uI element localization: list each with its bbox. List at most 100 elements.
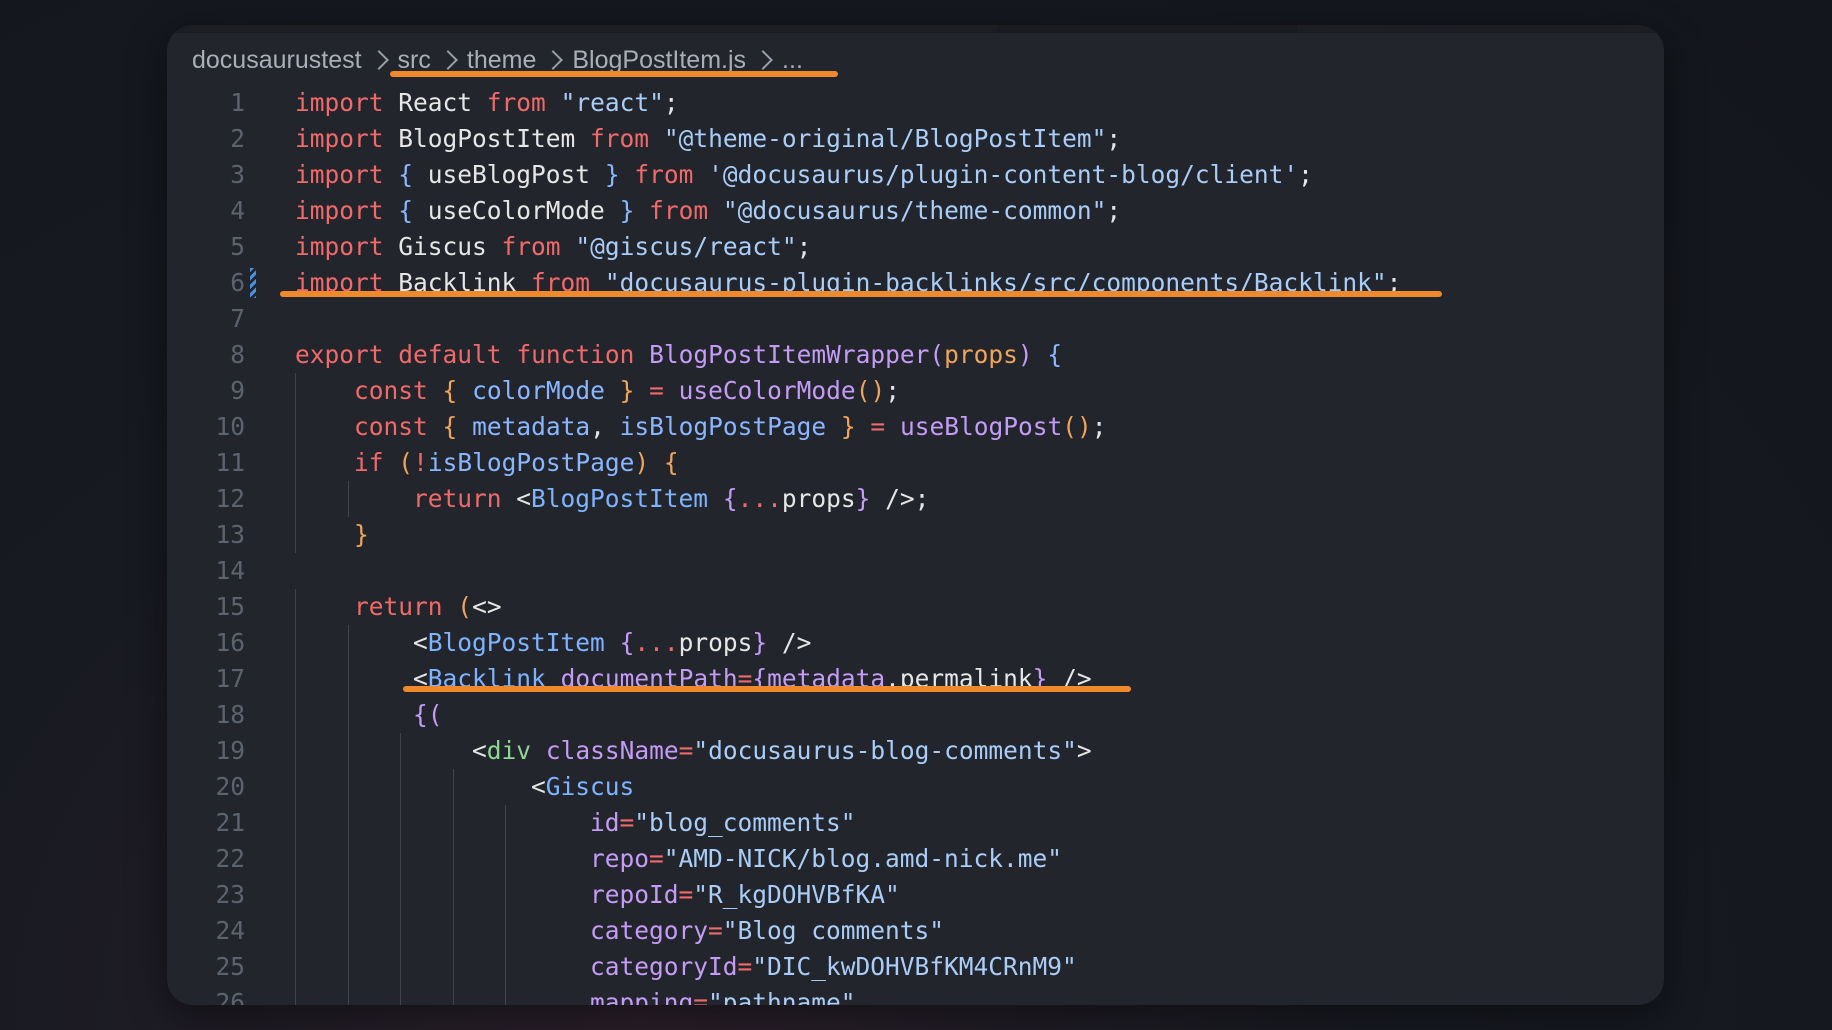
code-token: useColorMode	[678, 376, 856, 405]
code-line-9[interactable]: 9 const { colorMode } = useColorMode();	[167, 373, 1664, 409]
code-text[interactable]: const { colorMode } = useColorMode();	[295, 373, 900, 409]
code-text[interactable]: import { useColorMode } from "@docusauru…	[295, 193, 1121, 229]
line-number[interactable]: 6	[167, 265, 245, 301]
line-number[interactable]: 5	[167, 229, 245, 265]
line-number[interactable]: 10	[167, 409, 245, 445]
line-number[interactable]: 18	[167, 697, 245, 733]
line-number[interactable]: 21	[167, 805, 245, 841]
code-token: =	[649, 844, 664, 873]
code-token: "pathname"	[708, 988, 856, 1005]
line-number[interactable]: 17	[167, 661, 245, 697]
code-text[interactable]: repoId="R_kgDOHVBfKA"	[295, 877, 900, 913]
code-line-18[interactable]: 18 {(	[167, 697, 1664, 733]
code-line-23[interactable]: 23 repoId="R_kgDOHVBfKA"	[167, 877, 1664, 913]
code-text[interactable]: import BlogPostItem from "@theme-origina…	[295, 121, 1121, 157]
line-number[interactable]: 20	[167, 769, 245, 805]
code-text[interactable]: category="Blog comments"	[295, 913, 944, 949]
code-line-3[interactable]: 3 import { useBlogPost } from '@docusauru…	[167, 157, 1664, 193]
code-line-11[interactable]: 11 if (!isBlogPostPage) {	[167, 445, 1664, 481]
code-token: =	[693, 988, 709, 1005]
code-line-19[interactable]: 19 <div className="docusaurus-blog-comme…	[167, 733, 1664, 769]
code-token: ;	[1298, 160, 1313, 189]
code-line-2[interactable]: 2 import BlogPostItem from "@theme-origin…	[167, 121, 1664, 157]
line-number[interactable]: 9	[167, 373, 245, 409]
code-line-12[interactable]: 12 return <BlogPostItem {...props} />;	[167, 481, 1664, 517]
code-text[interactable]: mapping="pathname"	[295, 985, 856, 1005]
line-17-highlight-underline	[403, 686, 1131, 692]
code-text[interactable]: }	[295, 517, 369, 553]
line-number[interactable]: 24	[167, 913, 245, 949]
code-token: (	[398, 448, 414, 477]
line-number[interactable]: 11	[167, 445, 245, 481]
tab-strip-edge	[167, 25, 1664, 33]
line-number[interactable]: 26	[167, 985, 245, 1005]
code-token: props	[781, 484, 856, 513]
chevron-right-icon	[543, 50, 564, 70]
line-number[interactable]: 13	[167, 517, 245, 553]
code-text[interactable]: return <BlogPostItem {...props} />;	[295, 481, 929, 517]
code-area[interactable]: 1 import React from "react"; 2 import BlogP…	[167, 85, 1664, 1005]
line-number[interactable]: 3	[167, 157, 245, 193]
code-line-15[interactable]: 15 return (<>	[167, 589, 1664, 625]
code-line-13[interactable]: 13 }	[167, 517, 1664, 553]
code-line-5[interactable]: 5 import Giscus from "@giscus/react";	[167, 229, 1664, 265]
breadcrumb-item-root[interactable]: docusaurustest	[192, 46, 362, 75]
code-token: colorMode	[472, 376, 605, 405]
code-text[interactable]: import { useBlogPost } from '@docusaurus…	[295, 157, 1313, 193]
line-number[interactable]: 23	[167, 877, 245, 913]
code-line-1[interactable]: 1 import React from "react";	[167, 85, 1664, 121]
line-number[interactable]: 7	[167, 301, 245, 337]
code-token: )	[1017, 340, 1033, 369]
line-number[interactable]: 14	[167, 553, 245, 589]
code-text[interactable]: id="blog_comments"	[295, 805, 856, 841]
code-text[interactable]: const { metadata, isBlogPostPage } = use…	[295, 409, 1106, 445]
line-number[interactable]: 12	[167, 481, 245, 517]
code-text[interactable]: <Giscus	[295, 769, 634, 805]
code-line-14[interactable]: 14	[167, 553, 1664, 589]
breadcrumb-highlight-underline	[390, 71, 838, 77]
line-number[interactable]: 4	[167, 193, 245, 229]
line-number[interactable]: 25	[167, 949, 245, 985]
line-number[interactable]: 8	[167, 337, 245, 373]
code-line-24[interactable]: 24 category="Blog comments"	[167, 913, 1664, 949]
code-line-25[interactable]: 25 categoryId="DIC_kwDOHVBfKM4CRnM9"	[167, 949, 1664, 985]
code-token: const	[354, 412, 428, 441]
code-text[interactable]: import React from "react";	[295, 85, 679, 121]
line-number[interactable]: 19	[167, 733, 245, 769]
code-text[interactable]: return (<>	[295, 589, 502, 625]
code-line-26[interactable]: 26 mapping="pathname"	[167, 985, 1664, 1005]
code-line-8[interactable]: 8 export default function BlogPostItemWra…	[167, 337, 1664, 373]
code-line-10[interactable]: 10 const { metadata, isBlogPostPage } = …	[167, 409, 1664, 445]
code-token: {	[1047, 340, 1063, 369]
code-text[interactable]: <BlogPostItem {...props} />	[295, 625, 811, 661]
code-text[interactable]: <div className="docusaurus-blog-comments…	[295, 733, 1092, 769]
code-line-20[interactable]: 20 <Giscus	[167, 769, 1664, 805]
code-line-22[interactable]: 22 repo="AMD-NICK/blog.amd-nick.me"	[167, 841, 1664, 877]
code-line-4[interactable]: 4 import { useColorMode } from "@docusaur…	[167, 193, 1664, 229]
code-text[interactable]: categoryId="DIC_kwDOHVBfKM4CRnM9"	[295, 949, 1077, 985]
code-text[interactable]: {(	[295, 697, 443, 733]
line-number[interactable]: 15	[167, 589, 245, 625]
line-number[interactable]: 1	[167, 85, 245, 121]
code-text[interactable]: if (!isBlogPostPage) {	[295, 445, 679, 481]
code-text[interactable]: export default function BlogPostItemWrap…	[295, 337, 1062, 373]
code-text[interactable]: repo="AMD-NICK/blog.amd-nick.me"	[295, 841, 1062, 877]
code-line-16[interactable]: 16 <BlogPostItem {...props} />	[167, 625, 1664, 661]
line-number[interactable]: 2	[167, 121, 245, 157]
line-number[interactable]: 22	[167, 841, 245, 877]
line-number[interactable]: 16	[167, 625, 245, 661]
code-token: "blog_comments"	[634, 808, 856, 837]
code-text[interactable]: import Giscus from "@giscus/react";	[295, 229, 811, 265]
code-line-7[interactable]: 7	[167, 301, 1664, 337]
code-token: }	[840, 412, 856, 441]
code-token: from	[590, 124, 650, 153]
git-change-marker[interactable]	[250, 268, 256, 298]
code-line-21[interactable]: 21 id="blog_comments"	[167, 805, 1664, 841]
